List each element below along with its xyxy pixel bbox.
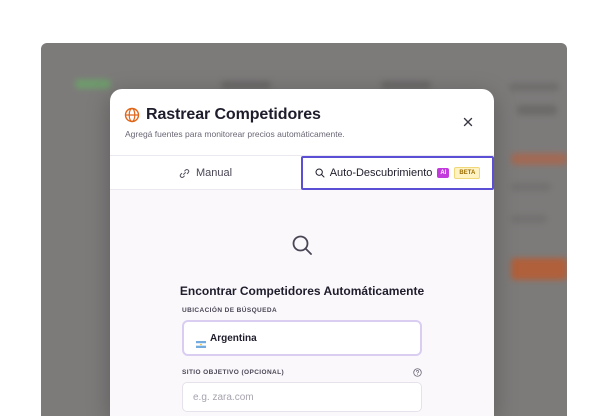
auto-discovery-heading: Encontrar Competidores Automáticamente [179, 284, 425, 298]
mode-tabs: Manual Auto-Descubrimiento AI BETA [110, 155, 494, 190]
location-label: UBICACIÓN DE BÚSQUEDA [182, 307, 278, 314]
ai-badge: AI [437, 168, 450, 178]
close-button[interactable] [460, 114, 476, 130]
close-icon [463, 117, 473, 127]
modal-title: Rastrear Competidores [146, 106, 321, 123]
beta-badge: BETA [454, 167, 481, 179]
background-blur-block [221, 81, 271, 89]
background-blur-block [511, 153, 567, 165]
link-icon [179, 168, 190, 178]
tab-manual[interactable]: Manual [110, 156, 301, 190]
modal-title-row: Rastrear Competidores [124, 106, 321, 124]
tab-manual-label: Manual [195, 167, 233, 179]
globe-icon [124, 107, 140, 123]
modal-header: Rastrear Competidores Agregá fuentes par… [110, 89, 494, 155]
background-blur-block [509, 83, 559, 91]
background-blur-block [511, 215, 547, 223]
background-blur-block [75, 79, 111, 89]
location-value: Argentina [210, 332, 257, 344]
tab-auto-discovery-label: Auto-Descubrimiento [329, 167, 433, 179]
search-icon [292, 235, 312, 255]
target-site-input[interactable] [182, 382, 422, 412]
site-label: SITIO OBJETIVO (OPCIONAL) [182, 369, 285, 376]
argentina-flag-icon [196, 335, 206, 348]
background-blur-block [511, 258, 567, 280]
help-icon[interactable] [413, 368, 422, 377]
location-select[interactable]: Argentina [182, 320, 422, 356]
search-icon [315, 168, 325, 178]
auto-discovery-panel: Encontrar Competidores Automáticamente U… [110, 190, 494, 416]
tab-auto-discovery[interactable]: Auto-Descubrimiento AI BETA [301, 156, 494, 190]
background-blur-block [517, 105, 557, 115]
track-competitors-modal: Rastrear Competidores Agregá fuentes par… [110, 89, 494, 416]
background-blur-block [511, 183, 551, 191]
modal-subtitle: Agregá fuentes para monitorear precios a… [125, 129, 345, 139]
background-blur-block [381, 81, 431, 89]
